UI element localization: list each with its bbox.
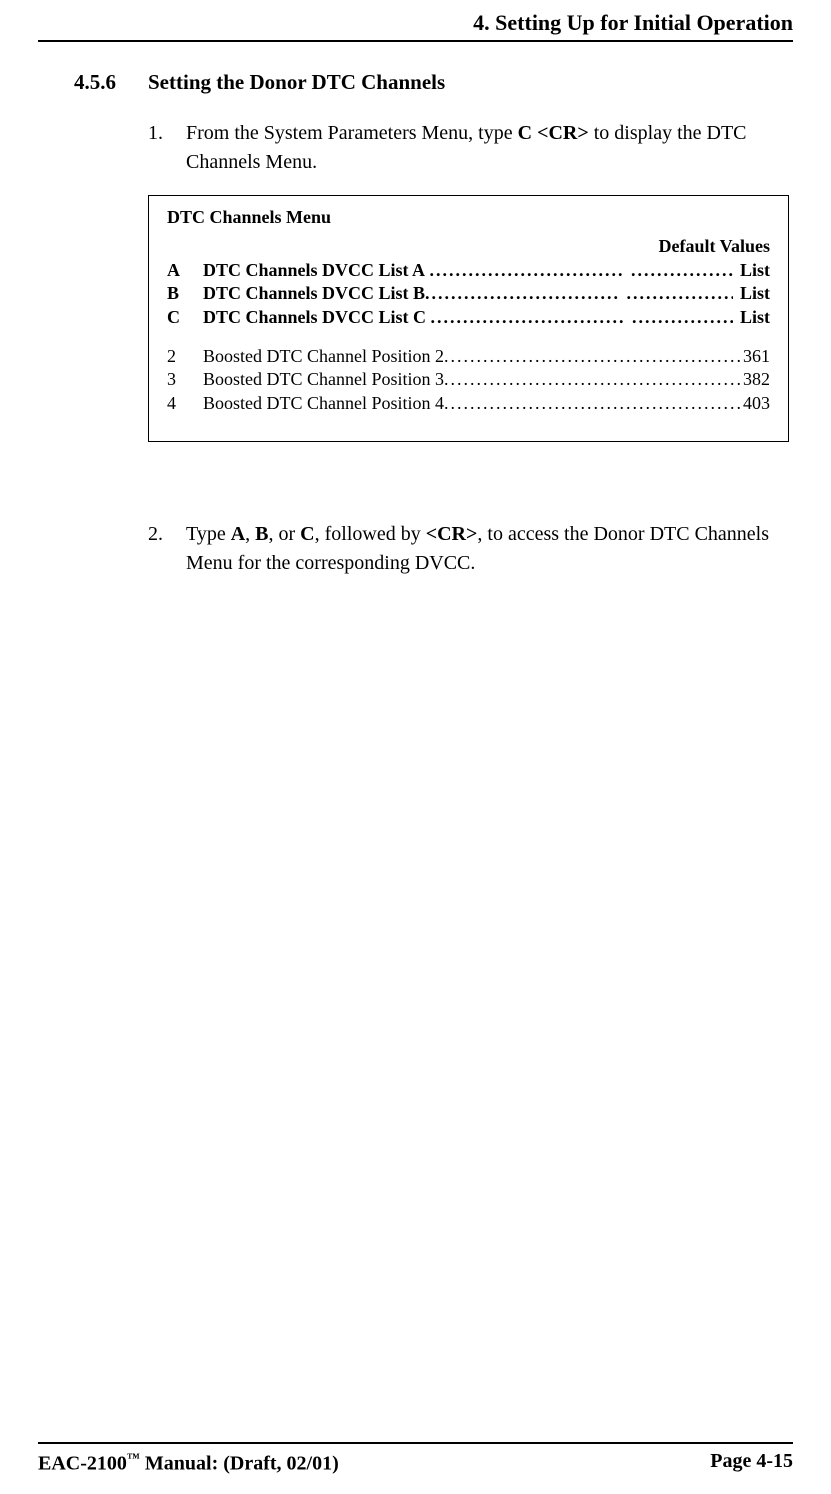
section-title: Setting the Donor DTC Channels xyxy=(148,70,445,95)
text: , or xyxy=(269,523,301,545)
leader-dots xyxy=(444,368,741,391)
step-2: 2. Type A, B, or C, followed by <CR>, to… xyxy=(148,520,793,578)
menu-row-value: 361 xyxy=(741,345,770,368)
menu-row-key: 2 xyxy=(167,345,203,368)
menu-row-value: List xyxy=(738,306,770,329)
menu-row-label: DTC Channels DVCC List A xyxy=(203,259,425,282)
bold-text: A xyxy=(231,523,245,545)
leader-dots xyxy=(444,345,741,368)
text: Type xyxy=(186,523,231,545)
page-footer: EAC-2100™ Manual: (Draft, 02/01) Page 4-… xyxy=(38,1442,793,1476)
trademark-symbol: ™ xyxy=(127,1450,140,1465)
menu-row: B DTC Channels DVCC List B List xyxy=(167,282,770,305)
text: , followed by xyxy=(315,523,426,545)
menu-row-key: 3 xyxy=(167,368,203,391)
step-body: From the System Parameters Menu, type C … xyxy=(186,119,793,177)
step-1: 1. From the System Parameters Menu, type… xyxy=(148,119,793,177)
step-number: 2. xyxy=(148,520,186,578)
manual-info: Manual: (Draft, 02/01) xyxy=(140,1453,339,1475)
menu-row: 4 Boosted DTC Channel Position 4 403 xyxy=(167,392,770,415)
step-body: Type A, B, or C, followed by <CR>, to ac… xyxy=(186,520,793,578)
menu-row-key: B xyxy=(167,282,203,305)
footer-rule xyxy=(38,1442,793,1444)
menu-row-label: Boosted DTC Channel Position 3 xyxy=(203,368,444,391)
menu-row-label: DTC Channels DVCC List C xyxy=(203,306,426,329)
leader-dots xyxy=(430,259,734,282)
step-number: 1. xyxy=(148,119,186,177)
menu-title: DTC Channels Menu xyxy=(167,206,770,229)
leader-dots xyxy=(431,306,734,329)
menu-row: 2 Boosted DTC Channel Position 2 361 xyxy=(167,345,770,368)
page-number: Page 4-15 xyxy=(710,1450,793,1476)
section-number: 4.5.6 xyxy=(74,70,148,95)
bold-text: <CR> xyxy=(426,523,478,545)
text: From the System Parameters Menu, type xyxy=(186,122,518,144)
menu-row-value: List xyxy=(738,259,770,282)
menu-row: C DTC Channels DVCC List C List xyxy=(167,306,770,329)
menu-row-value: List xyxy=(738,282,770,305)
menu-row-key: A xyxy=(167,259,203,282)
bold-text: C xyxy=(300,523,314,545)
bold-text: C <CR> xyxy=(518,122,589,144)
menu-gap xyxy=(167,329,770,345)
bold-text: B xyxy=(255,523,268,545)
header-rule xyxy=(38,40,793,42)
dtc-channels-menu-box: DTC Channels Menu Default Values A DTC C… xyxy=(148,195,789,442)
menu-row-value: 403 xyxy=(741,392,770,415)
leader-dots xyxy=(444,392,741,415)
chapter-header: 4. Setting Up for Initial Operation xyxy=(38,0,793,40)
menu-row-key: C xyxy=(167,306,203,329)
menu-row-key: 4 xyxy=(167,392,203,415)
menu-row: 3 Boosted DTC Channel Position 3 382 xyxy=(167,368,770,391)
menu-row-label: Boosted DTC Channel Position 2 xyxy=(203,345,444,368)
leader-dots xyxy=(425,282,733,305)
menu-row-label: DTC Channels DVCC List B xyxy=(203,282,425,305)
footer-left: EAC-2100™ Manual: (Draft, 02/01) xyxy=(38,1450,339,1476)
product-name: EAC-2100 xyxy=(38,1453,127,1475)
menu-row: A DTC Channels DVCC List A List xyxy=(167,259,770,282)
text: , xyxy=(245,523,255,545)
section-heading: 4.5.6 Setting the Donor DTC Channels xyxy=(74,70,793,95)
menu-row-label: Boosted DTC Channel Position 4 xyxy=(203,392,444,415)
menu-row-value: 382 xyxy=(741,368,770,391)
default-values-label: Default Values xyxy=(167,235,770,258)
